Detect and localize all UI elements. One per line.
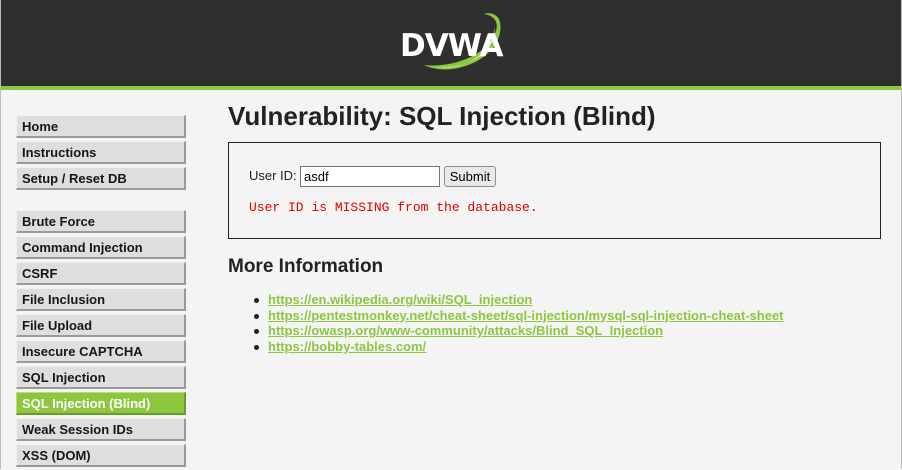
sidebar-item-sql-injection-blind[interactable]: SQL Injection (Blind) [16,392,186,415]
user-id-label: User ID: [249,168,297,183]
sidebar-item-setup-reset-db[interactable]: Setup / Reset DB [16,167,186,190]
sidebar-menu-main: Home Instructions Setup / Reset DB [16,115,186,193]
bullet-icon [254,313,259,319]
sidebar-item-insecure-captcha[interactable]: Insecure CAPTCHA [16,340,186,363]
user-id-input[interactable] [300,166,440,187]
logo-text: DVWA [400,28,504,64]
sidebar-item-file-upload[interactable]: File Upload [16,314,186,337]
more-info-link[interactable]: https://pentestmonkey.net/cheat-sheet/sq… [268,308,784,323]
more-info-link[interactable]: https://en.wikipedia.org/wiki/SQL_inject… [268,292,532,307]
header-bar: DVWA [1,0,901,86]
dvwa-logo[interactable]: DVWA [396,10,508,74]
sidebar-item-weak-session-ids[interactable]: Weak Session IDs [16,418,186,441]
more-info-link[interactable]: https://owasp.org/www-community/attacks/… [268,323,663,338]
sidebar-item-home[interactable]: Home [16,115,186,138]
sidebar-item-instructions[interactable]: Instructions [16,141,186,164]
sidebar-item-sql-injection[interactable]: SQL Injection [16,366,186,389]
page-title: Vulnerability: SQL Injection (Blind) [228,101,656,131]
error-message: User ID is MISSING from the database. [249,200,538,215]
list-item: https://en.wikipedia.org/wiki/SQL_inject… [254,292,784,308]
more-information-title: More Information [228,256,384,277]
list-item: https://pentestmonkey.net/cheat-sheet/sq… [254,308,784,324]
sidebar-menu-vulnerabilities: Brute Force Command Injection CSRF File Inc… [16,210,186,470]
sidebar-item-file-inclusion[interactable]: File Inclusion [16,288,186,311]
list-item: https://bobby-tables.com/ [254,339,784,355]
sidebar-item-brute-force[interactable]: Brute Force [16,210,186,233]
header-accent-bar [1,86,901,90]
sidebar-item-csrf[interactable]: CSRF [16,262,186,285]
list-item: https://owasp.org/www-community/attacks/… [254,323,784,339]
more-info-link[interactable]: https://bobby-tables.com/ [268,339,426,354]
vulnerability-form-box: User ID: Submit User ID is MISSING from … [228,142,881,239]
bullet-icon [254,298,259,303]
sidebar-item-xss-dom[interactable]: XSS (DOM) [16,444,186,467]
more-information-links: https://en.wikipedia.org/wiki/SQL_inject… [254,292,784,355]
submit-button[interactable]: Submit [444,166,496,187]
sidebar-item-command-injection[interactable]: Command Injection [16,236,186,259]
